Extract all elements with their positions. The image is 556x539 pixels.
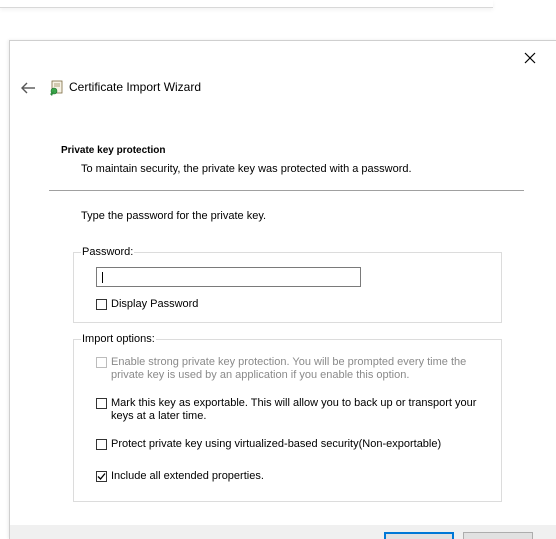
password-input[interactable] [96,267,361,287]
password-group [73,252,502,323]
exportable-line1: Mark this key as exportable. This will a… [111,397,477,409]
exportable-line2: keys at a later time. [111,410,207,422]
section-description: To maintain security, the private key wa… [81,163,412,175]
exportable-checkbox[interactable] [96,398,107,409]
display-password-label: Display Password [111,298,199,310]
arrow-left-icon [21,82,35,94]
display-password-checkbox[interactable] [96,299,107,310]
virtualized-security-checkbox[interactable] [96,439,107,450]
strong-protection-line2: private key is used by an application if… [111,369,410,381]
header-divider [49,190,524,191]
strong-protection-label: Enable strong private key protection. Yo… [111,356,466,382]
background-window [0,0,493,8]
extended-properties-label: Include all extended properties. [111,470,264,482]
virtualized-security-label: Protect private key using virtualized-ba… [111,438,442,450]
checkmark-icon [97,473,106,480]
instruction-text: Type the password for the private key. [81,210,267,222]
certificate-import-wizard-dialog: Certificate Import Wizard Private key pr… [9,40,556,539]
extended-properties-checkbox[interactable] [96,471,107,482]
exportable-label: Mark this key as exportable. This will a… [111,397,476,423]
section-title: Private key protection [61,145,166,156]
window-title: Certificate Import Wizard [69,80,202,94]
password-label: Password: [81,246,135,258]
import-options-label: Import options: [81,333,156,345]
certificate-wizard-icon [48,79,66,97]
close-icon [524,52,536,64]
close-button[interactable] [521,49,539,67]
strong-protection-line1: Enable strong private key protection. Yo… [111,356,467,368]
text-caret [102,272,103,283]
strong-protection-checkbox[interactable] [96,357,107,368]
back-button[interactable] [19,81,37,95]
